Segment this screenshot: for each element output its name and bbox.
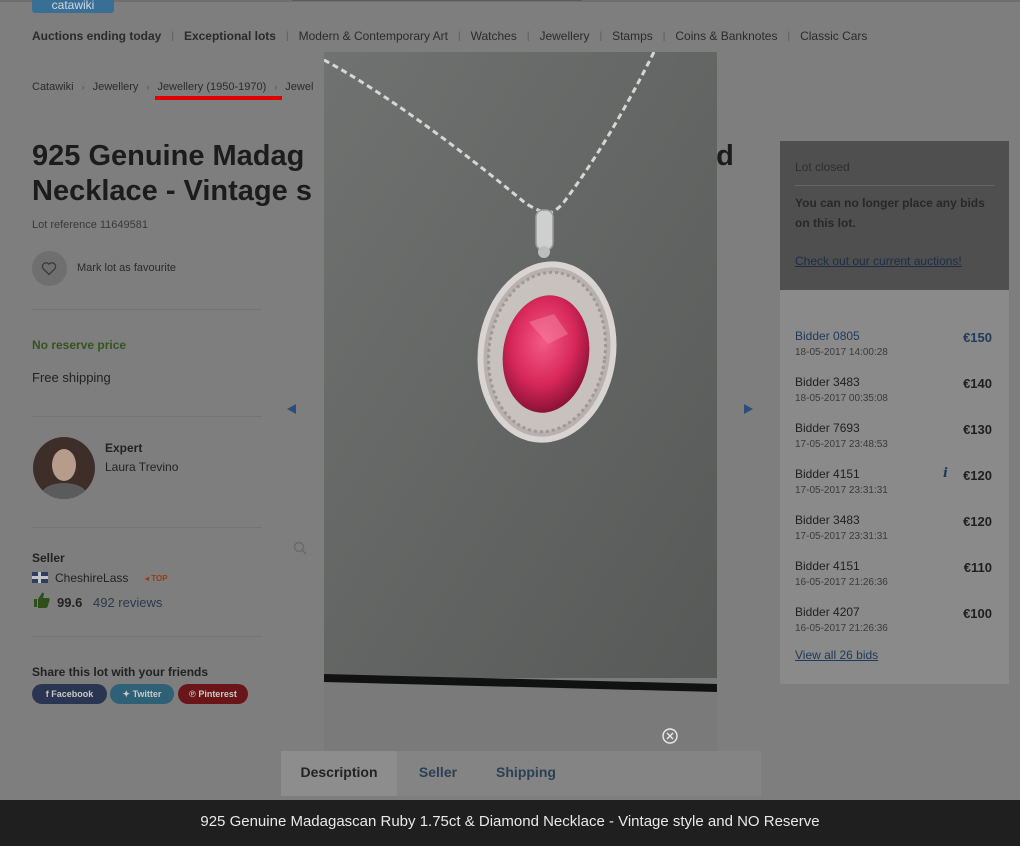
- seller-score: 99.6: [57, 595, 83, 610]
- breadcrumb-separator: ›: [274, 82, 278, 92]
- breadcrumb-item[interactable]: Jewel: [285, 81, 313, 93]
- twitter-icon: ✦: [122, 689, 133, 699]
- expert-avatar: [33, 437, 95, 499]
- bid-amount: €120: [963, 514, 992, 529]
- twitter-share-button[interactable]: ✦ Twitter: [110, 684, 174, 704]
- shipping-label: Free shipping: [32, 370, 111, 385]
- bid-bidder: Bidder 4151: [795, 559, 860, 573]
- nav-item[interactable]: Stamps: [612, 29, 653, 43]
- closed-message: You can no longer place any bids on this…: [795, 196, 985, 230]
- tab-shipping[interactable]: Shipping: [479, 751, 573, 796]
- bid-amount: €140: [963, 376, 992, 391]
- breadcrumb-separator: ›: [146, 82, 150, 92]
- bid-amount: €130: [963, 422, 992, 437]
- bid-bidder: Bidder 4207: [795, 605, 860, 619]
- bid-amount: €120: [963, 468, 992, 483]
- nav-separator: |: [662, 30, 666, 42]
- lightbox-caption: 925 Genuine Madagascan Ruby 1.75ct & Dia…: [200, 813, 820, 830]
- bid-panel: Lot closed You can no longer place any b…: [780, 141, 1009, 684]
- nav-item[interactable]: Modern & Contemporary Art: [299, 29, 448, 43]
- uk-flag-icon: [32, 572, 48, 583]
- nav-separator: |: [599, 30, 603, 42]
- nav-separator: |: [171, 30, 174, 42]
- nav-item[interactable]: Jewellery: [539, 29, 589, 43]
- lot-closed-box: Lot closed You can no longer place any b…: [780, 141, 1009, 290]
- pinterest-label: Pinterest: [198, 689, 237, 699]
- previous-image-arrow-icon[interactable]: [287, 404, 296, 414]
- bid-time: 16-05-2017 21:26:36: [795, 577, 888, 588]
- bid-amount: €150: [963, 330, 992, 345]
- breadcrumb: Catawiki › Jewellery › Jewellery (1950-1…: [32, 81, 313, 93]
- page-background: catawiki Auctions ending today | Exception…: [0, 0, 1020, 846]
- lot-title-line1: 925 Genuine Madag: [32, 140, 305, 172]
- facebook-label: Facebook: [51, 689, 94, 699]
- nav-item[interactable]: Watches: [471, 29, 517, 43]
- no-reserve-label: No reserve price: [32, 338, 127, 352]
- bid-time: 18-05-2017 00:35:08: [795, 393, 888, 404]
- nav-separator: |: [787, 30, 791, 42]
- lightbox-image[interactable]: [324, 52, 717, 751]
- top-seller-badge: ◂ TOP: [145, 574, 168, 583]
- breadcrumb-item[interactable]: Jewellery (1950-1970): [157, 81, 266, 93]
- bid-time: 17-05-2017 23:31:31: [795, 485, 888, 496]
- bid-bidder: Bidder 0805: [795, 329, 860, 343]
- twitter-label: Twitter: [132, 689, 162, 699]
- favourite-label[interactable]: Mark lot as favourite: [77, 262, 176, 274]
- bid-bidder: Bidder 3483: [795, 375, 860, 389]
- nav-separator: |: [458, 30, 461, 42]
- nav-item[interactable]: Coins & Banknotes: [675, 29, 777, 43]
- nav-item[interactable]: Auctions ending today: [32, 29, 161, 43]
- lightbox-close-icon[interactable]: [661, 727, 679, 745]
- expert-role: Expert: [105, 441, 143, 455]
- divider: [32, 309, 262, 310]
- next-image-arrow-icon[interactable]: [744, 404, 753, 414]
- catawiki-logo[interactable]: catawiki: [32, 0, 114, 13]
- bid-bidder: Bidder 4151: [795, 467, 860, 481]
- bid-time: 17-05-2017 23:31:31: [795, 531, 888, 542]
- nav-item[interactable]: Exceptional lots: [184, 29, 276, 43]
- lot-title-line2: Necklace - Vintage s: [32, 175, 312, 207]
- pinterest-share-button[interactable]: ℗ Pinterest: [178, 684, 248, 704]
- tab-description[interactable]: Description: [281, 751, 397, 796]
- heart-icon: [41, 262, 57, 276]
- seller-reviews-link[interactable]: 492 reviews: [93, 595, 162, 610]
- share-heading: Share this lot with your friends: [32, 665, 209, 679]
- nav-separator: |: [526, 30, 530, 42]
- search-bar-edge[interactable]: [292, 0, 582, 1]
- bid-amount: €100: [963, 606, 992, 621]
- bid-bidder: Bidder 3483: [795, 513, 860, 527]
- bid-amount: €110: [963, 560, 992, 575]
- lot-reference: Lot reference 11649581: [32, 219, 148, 231]
- highlight-underline: [155, 96, 282, 100]
- bid-time: 18-05-2017 14:00:28: [795, 347, 888, 358]
- bid-time: 17-05-2017 23:48:53: [795, 439, 888, 450]
- breadcrumb-item[interactable]: Jewellery: [93, 81, 139, 93]
- zoom-icon[interactable]: [293, 541, 307, 555]
- current-auctions-link[interactable]: Check out our current auctions!: [795, 254, 962, 268]
- breadcrumb-item[interactable]: Catawiki: [32, 81, 74, 93]
- seller-heading: Seller: [32, 551, 65, 565]
- pinterest-icon: ℗: [189, 689, 199, 699]
- tab-seller[interactable]: Seller: [397, 751, 479, 796]
- bid-time: 16-05-2017 21:26:36: [795, 623, 888, 634]
- divider: [32, 527, 262, 528]
- lot-tabs: Description Seller Shipping: [281, 751, 761, 796]
- favourite-button[interactable]: [32, 251, 67, 286]
- thumbs-up-icon: [34, 592, 50, 608]
- divider: [795, 185, 994, 186]
- divider: [32, 416, 262, 417]
- divider: [32, 636, 262, 637]
- view-all-bids-link[interactable]: View all 26 bids: [795, 648, 878, 662]
- seller-name[interactable]: CheshireLass: [55, 571, 128, 585]
- info-icon[interactable]: i: [943, 466, 948, 481]
- facebook-share-button[interactable]: f Facebook: [32, 684, 107, 704]
- category-nav: Auctions ending today | Exceptional lots | M…: [32, 27, 867, 45]
- bid-bidder: Bidder 7693: [795, 421, 860, 435]
- breadcrumb-separator: ›: [81, 82, 85, 92]
- lot-status: Lot closed: [795, 160, 850, 174]
- nav-separator: |: [285, 30, 289, 42]
- necklace-photo: [324, 52, 717, 751]
- nav-item[interactable]: Classic Cars: [800, 29, 867, 43]
- expert-name[interactable]: Laura Trevino: [105, 460, 178, 474]
